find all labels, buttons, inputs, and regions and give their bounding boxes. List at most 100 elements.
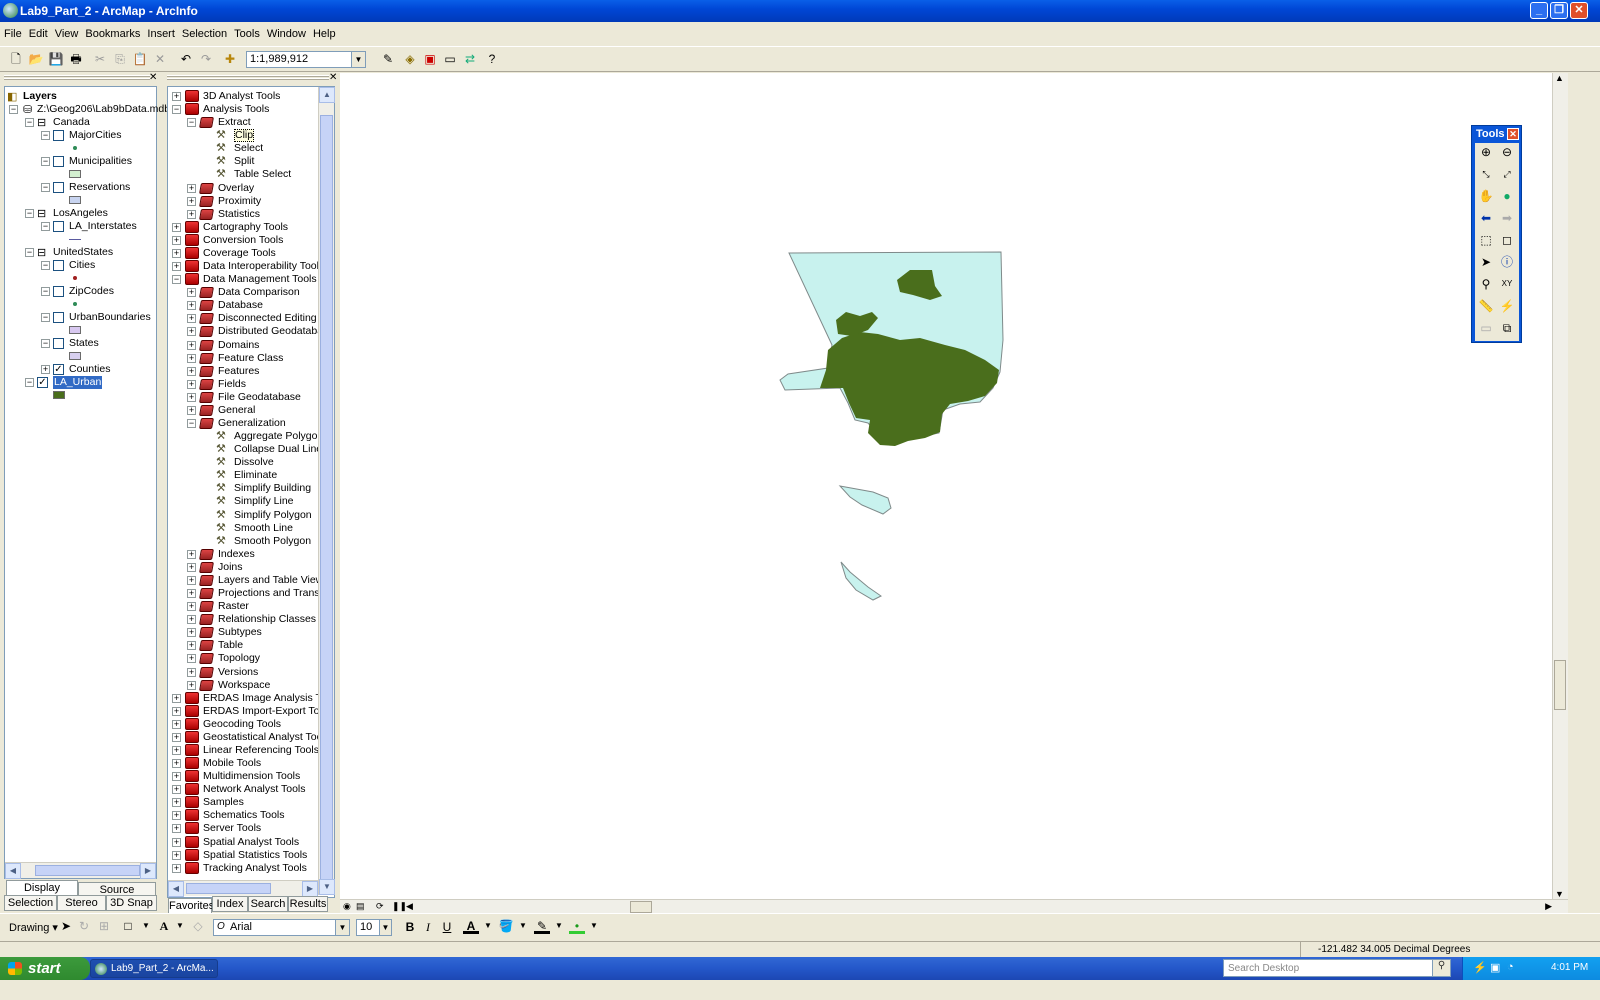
menu-file[interactable]: File — [0, 24, 25, 40]
toolbox-spatial-statistics-tools[interactable]: Spatial Statistics Tools — [203, 849, 307, 862]
catalina-island-polygon[interactable] — [838, 485, 892, 515]
toc-layer-states[interactable]: States — [69, 337, 99, 350]
toolset-file-geodatabase[interactable]: File Geodatabase — [218, 391, 301, 404]
expand-icon[interactable]: + — [172, 824, 181, 834]
copy-icon[interactable]: ⎘ — [112, 51, 128, 67]
menu-window[interactable]: Window — [263, 24, 309, 40]
toolset-workspace[interactable]: Workspace — [218, 679, 270, 692]
measure-icon[interactable]: 📏 — [1477, 297, 1495, 315]
expand-icon[interactable]: + — [172, 785, 181, 795]
toc-layer-counties[interactable]: Counties — [69, 363, 110, 376]
expand-icon[interactable]: + — [172, 850, 181, 860]
collapse-icon[interactable]: − — [172, 105, 181, 115]
undo-icon[interactable]: ↶ — [178, 51, 194, 67]
tool-simplify-line[interactable]: Simplify Line — [234, 495, 294, 508]
expand-icon[interactable]: − — [41, 131, 50, 140]
toolset-versions[interactable]: Versions — [218, 666, 258, 679]
cut-icon[interactable]: ✂ — [92, 51, 108, 67]
toolbox-3d-analyst-tools[interactable]: 3D Analyst Tools — [203, 90, 280, 103]
forward-extent-icon[interactable]: ➡ — [1498, 209, 1516, 227]
expand-icon[interactable]: + — [187, 575, 196, 585]
layout-view-icon[interactable]: ▤ — [356, 901, 365, 912]
expand-icon[interactable]: + — [172, 248, 181, 258]
select-features-icon[interactable]: ⬚ — [1477, 231, 1495, 249]
menu-bookmarks[interactable]: Bookmarks — [81, 24, 143, 40]
italic-button[interactable]: I — [420, 919, 436, 935]
expand-icon[interactable]: + — [172, 732, 181, 742]
toolset-extract[interactable]: Extract — [218, 116, 251, 129]
expand-icon[interactable]: + — [172, 235, 181, 245]
chevron-down-icon[interactable]: ▼ — [551, 918, 567, 934]
tab-selection[interactable]: Selection — [4, 895, 57, 911]
expand-icon[interactable]: + — [172, 798, 181, 808]
toolbox-geocoding-tools[interactable]: Geocoding Tools — [203, 718, 281, 731]
expand-icon[interactable]: + — [172, 706, 181, 716]
toolbox-grip[interactable] — [167, 75, 329, 81]
zoom-out-icon[interactable]: ⊖ — [1498, 143, 1516, 161]
toolset-topology[interactable]: Topology — [218, 652, 260, 665]
toc-layer-la-urban[interactable]: LA_Urban — [53, 376, 103, 389]
layer-visibility-checkbox[interactable] — [53, 260, 64, 271]
chevron-down-icon[interactable]: ▼ — [480, 918, 496, 934]
chevron-down-icon[interactable]: ▼ — [172, 918, 188, 934]
underline-button[interactable]: U — [439, 919, 455, 935]
expand-icon[interactable]: + — [187, 562, 196, 572]
san-clemente-island-polygon[interactable] — [840, 561, 882, 601]
font-size-combo[interactable]: 10 ▼ — [356, 919, 392, 936]
tool-clip[interactable]: Clip — [234, 129, 255, 143]
drawing-menu[interactable]: Drawing ▾ — [9, 921, 58, 934]
expand-icon[interactable]: + — [187, 183, 196, 193]
expand-icon[interactable]: − — [41, 261, 50, 270]
expand-icon[interactable]: + — [187, 353, 196, 363]
collapse-icon[interactable]: − — [9, 105, 18, 114]
toolbox-network-analyst-tools[interactable]: Network Analyst Tools — [203, 783, 306, 796]
chevron-down-icon[interactable]: ▼ — [379, 920, 391, 935]
expand-icon[interactable]: + — [187, 301, 196, 311]
toolbox-linear-referencing-tools[interactable]: Linear Referencing Tools — [203, 744, 319, 757]
tool-smooth-line[interactable]: Smooth Line — [234, 522, 293, 535]
find-icon[interactable]: ⚲ — [1477, 275, 1495, 293]
toc-layer-zipcodes[interactable]: ZipCodes — [69, 285, 114, 298]
tab-results[interactable]: Results — [288, 896, 328, 912]
expand-icon[interactable]: + — [187, 314, 196, 324]
expand-icon[interactable]: + — [172, 693, 181, 703]
chevron-down-icon[interactable]: ▼ — [515, 918, 531, 934]
pan-icon[interactable]: ✋ — [1477, 187, 1495, 205]
menu-insert[interactable]: Insert — [143, 24, 178, 40]
expand-icon[interactable]: − — [41, 287, 50, 296]
whats-this-help-icon[interactable]: ? — [484, 51, 500, 67]
expand-icon[interactable]: + — [172, 772, 181, 782]
tool-simplify-building[interactable]: Simplify Building — [234, 482, 311, 495]
hyperlink-icon[interactable]: ⚡ — [1498, 297, 1516, 315]
collapse-icon[interactable]: − — [25, 209, 34, 218]
toolset-database[interactable]: Database — [218, 299, 263, 312]
toolbox-cartography-tools[interactable]: Cartography Tools — [203, 221, 288, 234]
toc-layer-cities[interactable]: Cities — [69, 259, 95, 272]
toolset-layers-and-table-views[interactable]: Layers and Table Views — [218, 574, 329, 587]
expand-icon[interactable]: + — [187, 340, 196, 350]
expand-icon[interactable]: + — [187, 602, 196, 612]
expand-icon[interactable]: + — [187, 654, 196, 664]
toolset-distributed-geodatabase[interactable]: Distributed Geodatabase — [218, 325, 334, 338]
chevron-down-icon[interactable]: ▼ — [351, 52, 365, 67]
map-horizontal-scrollbar[interactable]: ◉ ▤ ⟳ ❚❚ ◀ ▶ — [340, 899, 1568, 913]
toolset-proximity[interactable]: Proximity — [218, 195, 261, 208]
toolbox-conversion-tools[interactable]: Conversion Tools — [203, 234, 283, 247]
expand-icon[interactable]: + — [187, 366, 196, 376]
go-to-xy-icon[interactable]: XY — [1498, 275, 1516, 293]
toc-layer-la-interstates[interactable]: LA_Interstates — [69, 220, 137, 233]
toc-group-unitedstates[interactable]: UnitedStates — [53, 246, 113, 259]
menu-view[interactable]: View — [51, 24, 82, 40]
toolbox-spatial-analyst-tools[interactable]: Spatial Analyst Tools — [203, 836, 299, 849]
scroll-left-icon[interactable]: ◀ — [168, 881, 184, 897]
toolset-feature-class[interactable]: Feature Class — [218, 352, 283, 365]
new-text-icon[interactable]: A — [156, 918, 172, 934]
fixed-zoom-out-icon[interactable]: ⤢ — [1498, 165, 1516, 183]
collapse-icon[interactable]: − — [25, 248, 34, 257]
toolset-subtypes[interactable]: Subtypes — [218, 626, 262, 639]
close-icon[interactable]: ✕ — [1507, 128, 1519, 140]
expand-icon[interactable]: + — [172, 92, 181, 101]
toolset-domains[interactable]: Domains — [218, 339, 259, 352]
expand-icon[interactable]: + — [187, 589, 196, 599]
toolset-relationship-classes[interactable]: Relationship Classes — [218, 613, 316, 626]
